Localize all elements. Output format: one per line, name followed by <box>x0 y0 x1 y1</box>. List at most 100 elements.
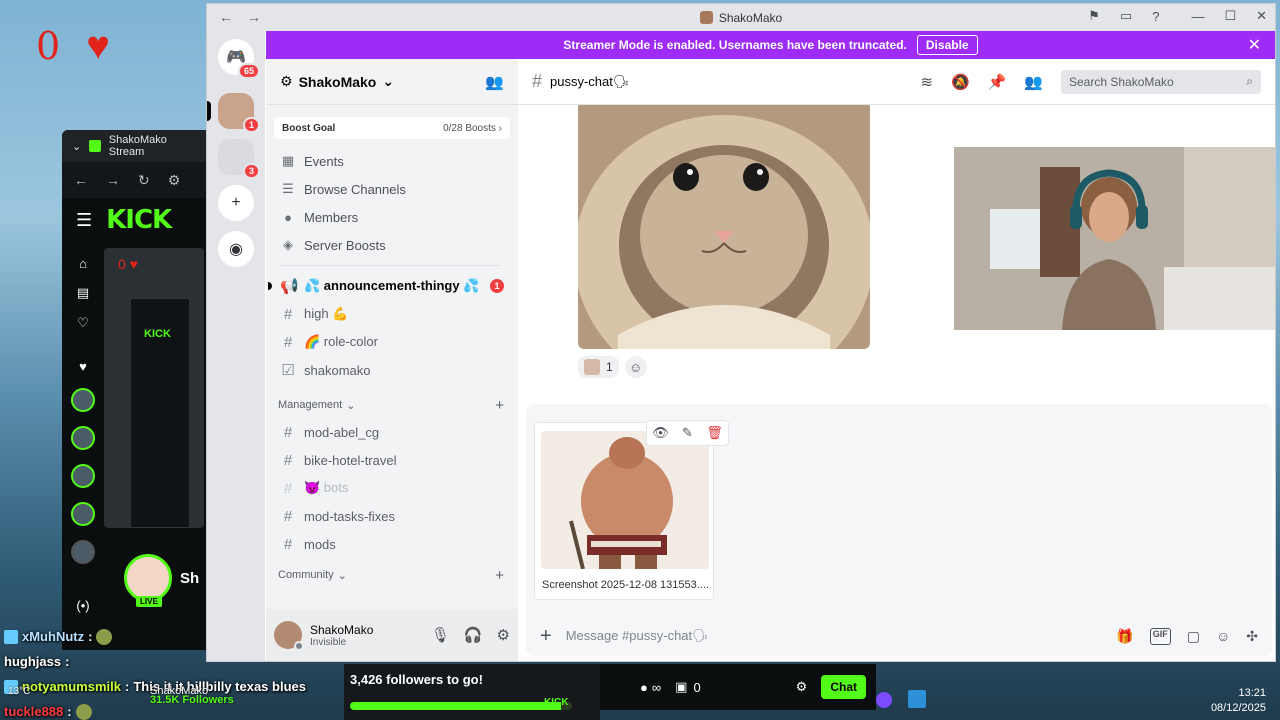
edit-pencil-icon[interactable]: ✎ <box>674 421 701 445</box>
chevron-down-icon: ⌄ <box>337 569 347 582</box>
category-name: Community <box>278 569 334 581</box>
channel-announcement-thingy[interactable]: 📢 💦 announcement-thingy 💦 1 <box>266 272 518 300</box>
app-icon[interactable] <box>908 690 926 708</box>
add-reaction-icon[interactable]: ☺ <box>624 356 647 378</box>
delete-trash-icon[interactable]: 🗑 <box>701 421 728 445</box>
streamer-avatar[interactable]: LIVE <box>124 554 172 607</box>
close-banner-icon[interactable]: ✕ <box>1248 35 1261 55</box>
channel-high[interactable]: # high 💪 <box>266 300 518 328</box>
sticker-icon[interactable]: ▢ <box>1187 628 1200 645</box>
gift-icon: ▣ <box>675 679 688 694</box>
browse-icon[interactable]: ▤ <box>77 285 89 301</box>
apps-icon[interactable]: ✣ <box>1246 628 1258 645</box>
discover-button[interactable]: ◉ <box>218 231 254 267</box>
pin-icon[interactable]: 📌 <box>988 73 1007 91</box>
upload-plus-icon[interactable]: + <box>540 625 552 648</box>
channel-mod-abel-cg[interactable]: # mod-abel_cg <box>266 418 518 446</box>
following-icon[interactable]: ♡ <box>77 315 89 331</box>
disable-streamer-mode-button[interactable]: Disable <box>916 35 978 55</box>
system-clock[interactable]: 13:21 08/12/2025 <box>1211 686 1266 716</box>
gift-icon[interactable]: 🎁 <box>1116 628 1133 645</box>
chat-username: xMuhNutz <box>22 629 85 644</box>
search-input[interactable]: Search ShakoMako ⌕ <box>1061 69 1261 94</box>
menu-icon[interactable]: ☰ <box>76 210 92 231</box>
user-display-name: ShakoMako <box>310 622 374 637</box>
user-avatar[interactable] <box>274 621 304 651</box>
heart-counter: 0 ♥ <box>36 24 110 68</box>
expand-icon[interactable]: (•) <box>76 598 89 613</box>
close-window-icon[interactable]: ✕ <box>1256 8 1267 24</box>
reaction-pill[interactable]: 1 <box>578 356 619 378</box>
channel-mod-tasks-fixes[interactable]: # mod-tasks-fixes <box>266 502 518 530</box>
message-input[interactable]: Message #pussy-chat🗣 <box>566 628 709 644</box>
site-settings-icon[interactable]: ⚙ <box>168 172 181 189</box>
nav-events[interactable]: ▦ Events <box>266 147 518 175</box>
add-server-button[interactable]: + <box>218 185 254 221</box>
heart-icon: ♥ <box>86 24 110 68</box>
create-channel-icon[interactable]: + <box>495 567 504 584</box>
forward-icon[interactable]: → <box>106 172 120 188</box>
channel-role-color[interactable]: # 🌈 role-color <box>266 328 518 356</box>
title-bar: ← → ShakoMako ⚑ ▭ ? — ☐ ✕ <box>207 4 1275 31</box>
server-folder[interactable]: 3 <box>218 139 260 179</box>
kitten-image[interactable] <box>578 105 870 349</box>
members-icon: ● <box>284 209 292 225</box>
direct-messages-button[interactable]: 🎮 65 <box>218 39 260 79</box>
kick-tab-title[interactable]: ShakoMako Stream <box>109 134 202 158</box>
channel-name: 💦 announcement-thingy 💦 <box>304 278 480 293</box>
nav-server-boosts[interactable]: ◈ Server Boosts <box>266 231 518 259</box>
mention-badge: 1 <box>490 279 504 293</box>
attachment-filename: Screenshot 2025-12-08 131553.... <box>542 579 709 591</box>
user-panel: ShakoMako Invisible 🎙 🎧 ⚙ <box>266 609 518 661</box>
channel-mods[interactable]: # mods <box>266 530 518 558</box>
gif-icon[interactable]: GIF <box>1149 627 1171 645</box>
emoji-icon[interactable]: ☺ <box>1216 628 1230 645</box>
back-icon[interactable]: ← <box>74 172 88 188</box>
maximize-icon[interactable]: ☐ <box>1224 8 1236 24</box>
inbox-icon[interactable]: ▭ <box>1120 8 1132 24</box>
chevron-down-icon[interactable]: ⌄ <box>72 140 81 153</box>
server-header[interactable]: ⚙ ShakoMako ⌄ 👥 <box>266 59 518 105</box>
followed-channel-avatar[interactable] <box>71 426 95 450</box>
streamer-name[interactable]: Sh <box>180 570 199 587</box>
threads-icon[interactable]: ≋ <box>920 73 933 91</box>
server-icon-shakomako[interactable]: 1 <box>207 93 260 133</box>
member-list-icon[interactable]: 👥 <box>1024 73 1043 91</box>
spoiler-eye-icon[interactable]: 👁 <box>647 421 674 445</box>
notification-bell-icon[interactable]: 🔕 <box>951 73 970 91</box>
category-community[interactable]: Community ⌄ + <box>266 562 518 588</box>
followed-channel-avatar[interactable] <box>71 388 95 412</box>
boost-goal[interactable]: Boost Goal 0/28 Boosts › <box>274 117 510 139</box>
create-channel-icon[interactable]: + <box>495 397 504 414</box>
category-management[interactable]: Management ⌄ + <box>266 392 518 418</box>
followed-channel-avatar[interactable] <box>71 502 95 526</box>
channel-bike-hotel-travel[interactable]: # bike-hotel-travel <box>266 446 518 474</box>
user-names[interactable]: ShakoMako Invisible <box>310 623 373 648</box>
followed-channel-avatar[interactable] <box>71 540 95 564</box>
invite-people-icon[interactable]: 👥 <box>485 73 504 91</box>
home-icon[interactable]: ⌂ <box>79 256 87 271</box>
webcam-overlay <box>954 147 1275 330</box>
nav-browse-channels[interactable]: ☰ Browse Channels <box>266 175 518 203</box>
nav-members[interactable]: ● Members <box>266 203 518 231</box>
heart-count: 0 <box>36 24 61 68</box>
kick-tab-bar: ⌄ ShakoMako Stream <box>62 130 212 162</box>
chat-settings-icon[interactable]: ⚙ <box>796 679 808 695</box>
microphone-icon[interactable]: 🎙 <box>431 626 450 644</box>
minimize-icon[interactable]: — <box>1191 9 1204 24</box>
streamer-info: LIVE Sh <box>124 554 199 607</box>
kick-logo[interactable]: KICK <box>106 205 172 235</box>
help-icon[interactable]: ? <box>1152 9 1159 24</box>
media-player-icon[interactable] <box>876 692 892 708</box>
pending-attachment[interactable]: Screenshot 2025-12-08 131553.... <box>534 422 714 600</box>
favorites-heart-icon[interactable]: ♥ <box>79 359 87 374</box>
channel-bots[interactable]: # 👿 bots <box>266 474 518 502</box>
channel-shakomako[interactable]: ☑ shakomako <box>266 356 518 384</box>
user-settings-icon[interactable]: ⚙ <box>497 626 510 644</box>
reload-icon[interactable]: ↻ <box>138 172 150 189</box>
chat-send-button[interactable]: Chat <box>821 675 866 699</box>
headphones-icon[interactable]: 🎧 <box>464 626 483 644</box>
followed-channel-avatar[interactable] <box>71 464 95 488</box>
goal-text: 3,426 followers to go! <box>350 672 483 687</box>
flag-icon[interactable]: ⚑ <box>1088 8 1100 24</box>
